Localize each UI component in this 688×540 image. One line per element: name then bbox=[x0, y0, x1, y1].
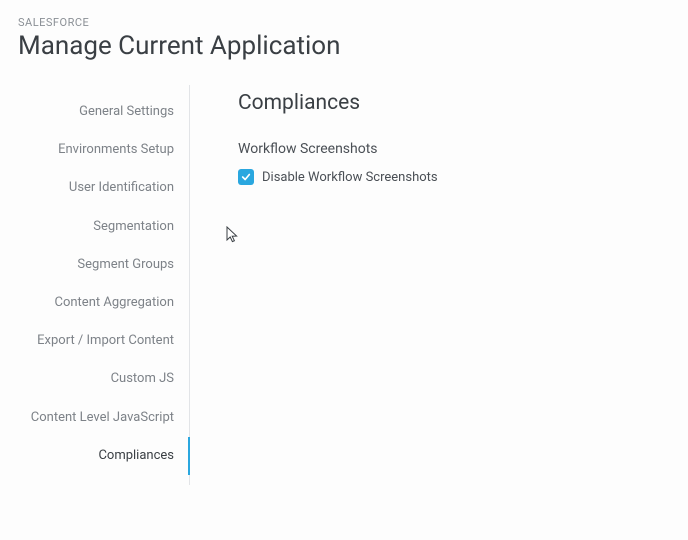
settings-sidebar: General Settings Environments Setup User… bbox=[18, 85, 190, 485]
disable-workflow-screenshots-label: Disable Workflow Screenshots bbox=[262, 170, 438, 185]
sidebar-item-content-level-javascript[interactable]: Content Level JavaScript bbox=[18, 399, 190, 437]
check-icon bbox=[241, 172, 251, 182]
sidebar-item-segment-groups[interactable]: Segment Groups bbox=[18, 246, 190, 284]
disable-workflow-screenshots-checkbox[interactable] bbox=[238, 169, 254, 185]
sidebar-item-custom-js[interactable]: Custom JS bbox=[18, 360, 190, 398]
content-pane: Compliances Workflow Screenshots Disable… bbox=[190, 85, 670, 485]
section-title: Compliances bbox=[238, 91, 670, 115]
page-title: Manage Current Application bbox=[18, 31, 670, 61]
breadcrumb-app: SALESFORCE bbox=[18, 16, 670, 29]
workflow-screenshots-heading: Workflow Screenshots bbox=[238, 141, 670, 157]
sidebar-list: General Settings Environments Setup User… bbox=[18, 93, 189, 475]
disable-workflow-screenshots-row: Disable Workflow Screenshots bbox=[238, 169, 670, 185]
sidebar-item-content-aggregation[interactable]: Content Aggregation bbox=[18, 284, 190, 322]
sidebar-item-segmentation[interactable]: Segmentation bbox=[18, 208, 190, 246]
sidebar-item-export-import-content[interactable]: Export / Import Content bbox=[18, 322, 190, 360]
sidebar-item-environments-setup[interactable]: Environments Setup bbox=[18, 131, 190, 169]
sidebar-item-compliances[interactable]: Compliances bbox=[18, 437, 190, 475]
sidebar-item-user-identification[interactable]: User Identification bbox=[18, 169, 190, 207]
sidebar-item-general-settings[interactable]: General Settings bbox=[18, 93, 190, 131]
